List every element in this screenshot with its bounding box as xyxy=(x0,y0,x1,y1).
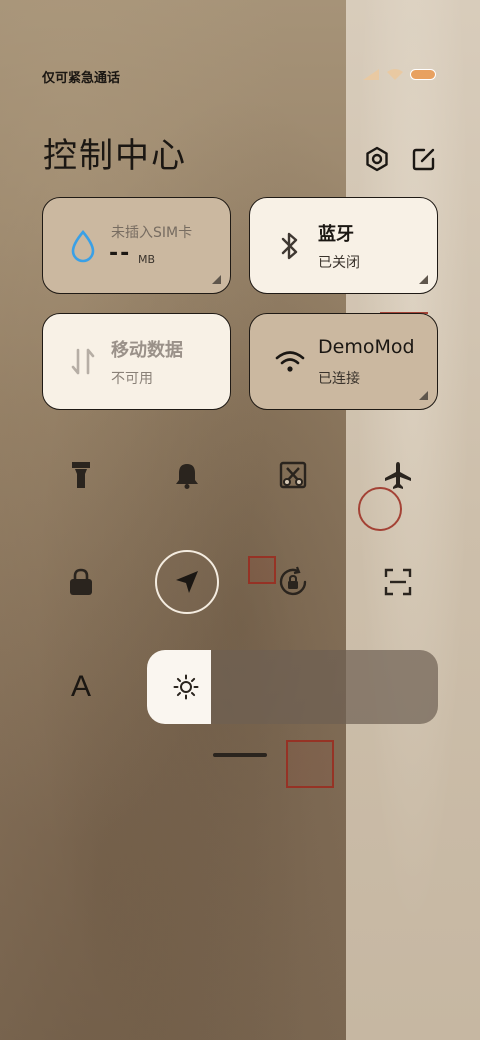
airplane-toggle[interactable] xyxy=(373,450,423,500)
sim-label: 未插入SIM卡 xyxy=(111,225,193,241)
data-usage-unit: MB xyxy=(138,253,156,266)
flashlight-toggle[interactable] xyxy=(56,450,106,500)
wifi-icon xyxy=(275,351,305,372)
bluetooth-icon xyxy=(281,232,298,260)
wallpaper-seal-top xyxy=(380,292,428,314)
drag-handle[interactable] xyxy=(213,753,267,757)
lock-toggle[interactable] xyxy=(56,557,106,607)
signal-icon xyxy=(363,69,379,80)
carrier-status: 仅可紧急通话 xyxy=(42,71,121,86)
mobile-data-status: 不可用 xyxy=(111,371,153,387)
expand-corner-icon xyxy=(419,391,428,400)
wifi-status-icon xyxy=(387,69,403,80)
data-usage-value: -- xyxy=(109,241,132,266)
data-usage-tile[interactable]: 未插入SIM卡 -- MB xyxy=(42,197,231,294)
lock-icon xyxy=(70,568,92,595)
flashlight-icon xyxy=(72,462,90,488)
location-toggle[interactable] xyxy=(155,550,219,614)
rotation-lock-icon xyxy=(279,566,307,596)
brightness-slider[interactable] xyxy=(147,650,438,724)
expand-corner-icon xyxy=(419,275,428,284)
wifi-status: 已连接 xyxy=(318,371,360,387)
scan-icon xyxy=(384,568,412,596)
airplane-icon xyxy=(385,462,411,489)
bell-icon xyxy=(176,464,198,489)
screenshot-toggle[interactable] xyxy=(268,450,318,500)
bluetooth-label: 蓝牙 xyxy=(318,224,354,245)
page-title: 控制中心 xyxy=(43,136,187,176)
expand-corner-icon xyxy=(212,275,221,284)
scan-toggle[interactable] xyxy=(373,557,423,607)
water-drop-icon xyxy=(71,229,95,263)
bluetooth-tile[interactable]: 蓝牙 已关闭 xyxy=(249,197,438,294)
data-arrows-icon xyxy=(71,348,95,375)
wifi-tile[interactable]: DemoMod 已连接 xyxy=(249,313,438,410)
edit-icon[interactable] xyxy=(410,145,438,173)
mobile-data-tile[interactable]: 移动数据 不可用 xyxy=(42,313,231,410)
location-icon xyxy=(176,571,198,593)
bluetooth-status: 已关闭 xyxy=(318,255,360,271)
sun-icon xyxy=(173,674,199,700)
rotation-lock-toggle[interactable] xyxy=(268,557,318,607)
wifi-network-name: DemoMod xyxy=(318,336,415,358)
ringer-toggle[interactable] xyxy=(162,450,212,500)
mobile-data-label: 移动数据 xyxy=(111,340,183,361)
settings-icon[interactable] xyxy=(363,145,391,173)
screenshot-scissors-icon xyxy=(279,461,307,489)
wallpaper-seal-fu xyxy=(286,740,334,788)
font-size-toggle[interactable]: A xyxy=(56,662,106,712)
battery-icon xyxy=(410,69,436,80)
font-size-icon: A xyxy=(70,670,91,703)
status-icons xyxy=(362,68,436,81)
